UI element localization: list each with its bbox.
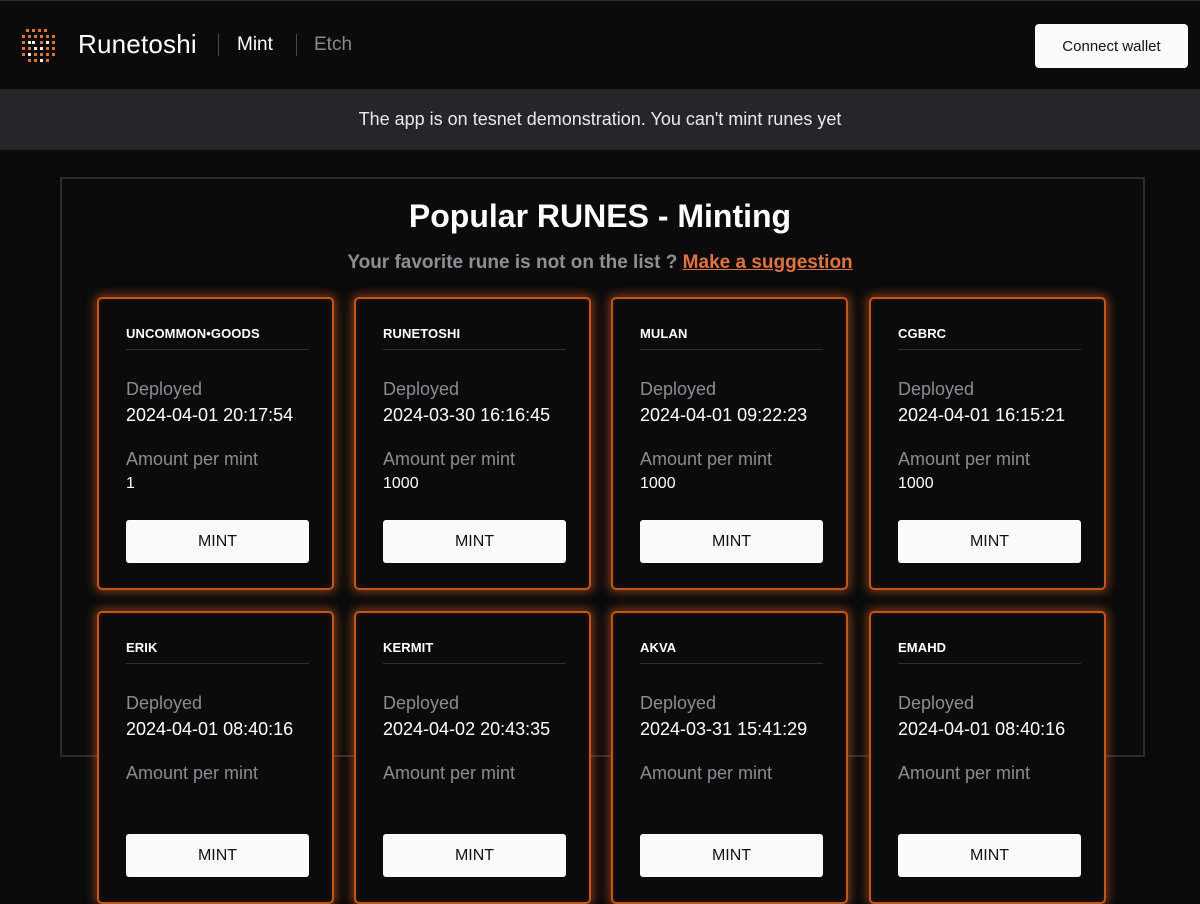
rune-name: EMAHD	[898, 640, 1081, 664]
deployed-label: Deployed	[898, 693, 975, 713]
rune-name: KERMIT	[383, 640, 566, 664]
deployed-value: 2024-04-01 09:22:23	[640, 405, 808, 425]
top-navbar: Runetoshi Mint Etch Connect wallet	[0, 0, 1200, 88]
rune-name: MULAN	[640, 326, 823, 350]
connect-wallet-button[interactable]: Connect wallet	[1035, 24, 1188, 68]
amount-label: Amount per mint	[640, 449, 773, 469]
subtitle-text: Your favorite rune is not on the list ?	[347, 252, 678, 273]
nav-etch[interactable]: Etch	[314, 34, 352, 56]
deployed-label: Deployed	[383, 693, 460, 713]
deployed-value: 2024-04-01 16:15:21	[898, 405, 1066, 425]
deployed-label: Deployed	[640, 379, 717, 399]
amount-label: Amount per mint	[898, 449, 1031, 469]
rune-name: ERIK	[126, 640, 309, 664]
deployed-label: Deployed	[898, 379, 975, 399]
rune-card: UNCOMMON•GOODS Deployed 2024-04-01 20:17:5…	[97, 297, 334, 590]
nav-mint[interactable]: Mint	[237, 34, 273, 56]
amount-label: Amount per mint	[383, 763, 516, 783]
rune-card: CGBRC Deployed 2024-04-01 16:15:21 Amount p…	[869, 297, 1106, 590]
rune-card: EMAHD Deployed 2024-04-01 08:40:16 Amount p…	[869, 611, 1106, 904]
amount-label: Amount per mint	[126, 763, 259, 783]
deployed-value: 2024-04-01 20:17:54	[126, 405, 294, 425]
runetoshi-logo-icon[interactable]	[18, 25, 58, 65]
amount-label: Amount per mint	[126, 449, 259, 469]
page-subtitle: Your favorite rune is not on the list ? …	[0, 252, 1200, 274]
mint-button[interactable]: MINT	[383, 520, 566, 563]
deployed-value: 2024-03-30 16:16:45	[383, 405, 551, 425]
mint-button[interactable]: MINT	[898, 520, 1081, 563]
mint-button[interactable]: MINT	[126, 834, 309, 877]
rune-name: CGBRC	[898, 326, 1081, 350]
rune-card: RUNETOSHI Deployed 2024-03-30 16:16:45 Amou…	[354, 297, 591, 590]
amount-value: 1000	[898, 475, 934, 492]
mint-button[interactable]: MINT	[126, 520, 309, 563]
make-suggestion-link[interactable]: Make a suggestion	[683, 252, 853, 273]
amount-label: Amount per mint	[383, 449, 516, 469]
rune-name: UNCOMMON•GOODS	[126, 326, 309, 350]
mint-button[interactable]: MINT	[640, 834, 823, 877]
testnet-banner: The app is on tesnet demonstration. You …	[0, 89, 1200, 150]
rune-card: ERIK Deployed 2024-04-01 08:40:16 Amount pe…	[97, 611, 334, 904]
banner-text: The app is on tesnet demonstration. You …	[358, 109, 842, 129]
mint-button[interactable]: MINT	[383, 834, 566, 877]
amount-label: Amount per mint	[640, 763, 773, 783]
rune-card: AKVA Deployed 2024-03-31 15:41:29 Amount pe…	[611, 611, 848, 904]
page-title: Popular RUNES - Minting	[408, 198, 792, 234]
rune-card: KERMIT Deployed 2024-04-02 20:43:35 Amount …	[354, 611, 591, 904]
mint-button[interactable]: MINT	[640, 520, 823, 563]
amount-value: 1000	[383, 475, 419, 492]
amount-label: Amount per mint	[898, 763, 1031, 783]
nav-divider	[296, 34, 297, 56]
deployed-label: Deployed	[640, 693, 717, 713]
rune-name: AKVA	[640, 640, 823, 664]
rune-name: RUNETOSHI	[383, 326, 566, 350]
brand-name[interactable]: Runetoshi	[78, 29, 197, 60]
nav-divider	[218, 34, 219, 56]
deployed-label: Deployed	[383, 379, 460, 399]
amount-value: 1000	[640, 475, 676, 492]
rune-card: MULAN Deployed 2024-04-01 09:22:23 Amount p…	[611, 297, 848, 590]
deployed-label: Deployed	[126, 693, 203, 713]
mint-button[interactable]: MINT	[898, 834, 1081, 877]
deployed-label: Deployed	[126, 379, 203, 399]
amount-value: 1	[126, 475, 135, 492]
